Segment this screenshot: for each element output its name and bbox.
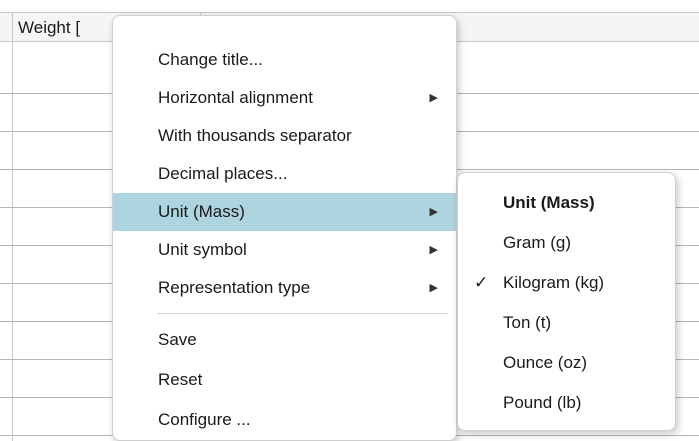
unit-option-label: Pound (lb) — [503, 393, 582, 412]
submenu-header-label: Unit (Mass) — [503, 193, 595, 212]
menu-item-label: With thousands separator — [158, 126, 352, 145]
menu-item-thousands-separator[interactable]: With thousands separator — [113, 117, 456, 155]
menu-item-label: Unit symbol — [158, 240, 247, 259]
menu-item-label: Reset — [158, 370, 203, 389]
unit-option-kilogram[interactable]: ✓ Kilogram (kg) — [458, 264, 675, 302]
menu-item-unit-symbol[interactable]: Unit symbol ▶ — [113, 231, 456, 269]
unit-option-label: Ounce (oz) — [503, 353, 588, 372]
submenu-arrow-icon: ▶ — [429, 206, 438, 218]
submenu-arrow-icon: ▶ — [429, 92, 438, 104]
menu-item-label: Save — [158, 330, 197, 349]
column-context-menu: Change title... Horizontal alignment ▶ W… — [112, 15, 457, 441]
unit-option-label: Kilogram (kg) — [503, 273, 605, 292]
unit-option-label: Gram (g) — [503, 233, 571, 252]
grid-left-border — [12, 12, 13, 441]
menu-item-horizontal-alignment[interactable]: Horizontal alignment ▶ — [113, 79, 456, 117]
menu-item-label: Configure ... — [158, 410, 251, 429]
unit-option-gram[interactable]: Gram (g) — [458, 224, 675, 262]
unit-option-ton[interactable]: Ton (t) — [458, 304, 675, 342]
column-header-weight[interactable]: Weight [ — [18, 18, 80, 38]
menu-item-label: Unit (Mass) — [158, 202, 245, 221]
submenu-header: Unit (Mass) — [458, 184, 675, 222]
menu-item-unit-mass[interactable]: Unit (Mass) ▶ — [113, 193, 456, 231]
menu-item-change-title[interactable]: Change title... — [113, 41, 456, 79]
menu-item-configure[interactable]: Configure ... — [113, 401, 456, 439]
unit-mass-submenu: Unit (Mass) Gram (g) ✓ Kilogram (kg) Ton… — [457, 172, 676, 431]
submenu-arrow-icon: ▶ — [429, 244, 438, 256]
unit-option-label: Ton (t) — [503, 313, 552, 332]
menu-item-label: Decimal places... — [158, 164, 288, 183]
menu-item-reset[interactable]: Reset — [113, 361, 456, 399]
menu-item-label: Horizontal alignment — [158, 88, 313, 107]
menu-item-save[interactable]: Save — [113, 321, 456, 359]
checkmark-icon: ✓ — [474, 273, 489, 292]
menu-item-representation-type[interactable]: Representation type ▶ — [113, 269, 456, 307]
submenu-arrow-icon: ▶ — [429, 282, 438, 294]
unit-option-ounce[interactable]: Ounce (oz) — [458, 344, 675, 382]
menu-item-decimal-places[interactable]: Decimal places... — [113, 155, 456, 193]
menu-item-label: Change title... — [158, 50, 263, 69]
menu-separator — [157, 313, 448, 314]
menu-item-label: Representation type — [158, 278, 311, 297]
unit-option-pound[interactable]: Pound (lb) — [458, 384, 675, 422]
